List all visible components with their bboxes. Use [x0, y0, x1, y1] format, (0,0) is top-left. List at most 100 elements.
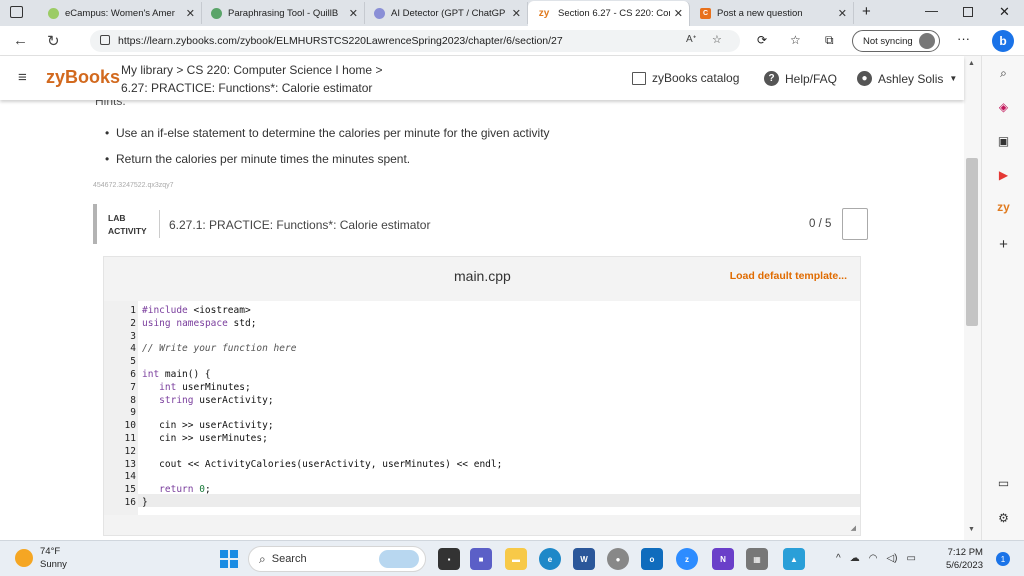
zybooks-catalog-link[interactable]: zyBooks catalog — [632, 71, 739, 85]
favorites-icon[interactable]: ☆ — [790, 33, 801, 47]
line-number: 9 — [130, 407, 136, 419]
close-window-icon[interactable]: ✕ — [999, 4, 1010, 20]
photos-icon[interactable]: ▲ — [783, 548, 805, 570]
shopping-icon[interactable]: ◈ — [982, 100, 1024, 114]
current-line-highlight — [138, 494, 860, 507]
help-faq-link[interactable]: ? Help/FAQ — [764, 71, 837, 86]
line-number: 12 — [124, 445, 136, 457]
breadcrumb[interactable]: My library > CS 220: Computer Science I … — [121, 63, 382, 77]
extensions-icon[interactable]: ⟳ — [757, 33, 767, 47]
battery-icon[interactable]: ▭ — [906, 553, 915, 564]
tab-ecampus[interactable]: eCampus: Women's Amer ✕ — [40, 2, 202, 24]
code-line: using namespace std; — [142, 317, 257, 329]
line-number: 1 — [130, 305, 136, 316]
browser-tab-strip: eCampus: Women's Amer ✕ Paraphrasing Too… — [0, 0, 1024, 26]
lab-activity-tag: LAB ACTIVITY — [108, 212, 147, 238]
calculator-icon[interactable]: ▦ — [746, 548, 768, 570]
tab-ai-detector[interactable]: AI Detector (GPT / ChatGP ✕ — [366, 2, 528, 24]
search-icon[interactable]: ⌕ — [982, 66, 1024, 81]
new-tab-icon[interactable]: + — [862, 3, 871, 20]
resize-handle-icon[interactable]: ◢ — [851, 524, 856, 532]
edge-browser-icon[interactable]: e — [539, 548, 561, 570]
code-line: #include <iostream> — [142, 305, 251, 316]
sync-label: Not syncing — [863, 35, 913, 47]
close-icon[interactable]: ✕ — [674, 7, 683, 20]
clock-time: 7:12 PM — [947, 547, 983, 558]
outlook-icon[interactable]: o — [641, 548, 663, 570]
load-default-template-button[interactable]: Load default template... — [730, 270, 847, 282]
close-icon[interactable]: ✕ — [838, 7, 847, 20]
user-menu[interactable]: ● Ashley Solis ▼ — [857, 71, 957, 86]
scroll-up-icon[interactable]: ▲ — [968, 60, 975, 67]
teams-icon[interactable]: ■ — [470, 548, 492, 570]
clock[interactable]: 7:12 PM 5/6/2023 — [946, 546, 983, 572]
notification-badge[interactable]: 1 — [996, 552, 1010, 566]
sync-button[interactable]: Not syncing — [852, 30, 940, 52]
start-button[interactable] — [220, 550, 238, 568]
restore-icon[interactable] — [963, 7, 973, 17]
volume-icon[interactable]: ◁) — [886, 553, 897, 564]
task-view-icon[interactable]: ▪ — [438, 548, 460, 570]
add-sidebar-icon[interactable]: + — [982, 236, 1024, 253]
tab-zybooks-section[interactable]: zy Section 6.27 - CS 220: Com ✕ — [528, 1, 690, 26]
zoom-icon[interactable]: z — [676, 548, 698, 570]
code-line: cin >> userActivity; — [142, 420, 274, 432]
office-icon[interactable]: ▣ — [982, 134, 1024, 148]
scrollbar-thumb[interactable] — [966, 158, 978, 326]
code-line: return 0; — [159, 484, 211, 496]
line-number: 15 — [124, 484, 136, 496]
taskbar-search[interactable]: ⌕ Search — [248, 546, 426, 572]
chevron-up-icon[interactable]: ^ — [836, 553, 841, 564]
refresh-icon[interactable]: ↻ — [47, 32, 60, 50]
catalog-label: zyBooks catalog — [652, 71, 740, 85]
close-icon[interactable]: ✕ — [186, 7, 195, 20]
onedrive-cloud-icon[interactable]: ☁ — [850, 553, 860, 564]
tab-chegg-question[interactable]: C Post a new question ✕ — [692, 2, 854, 24]
visual-studio-icon[interactable]: N — [712, 548, 734, 570]
back-icon[interactable]: ← — [13, 32, 28, 49]
settings-gear-icon[interactable]: ⚙ — [982, 511, 1024, 525]
tab-actions-icon[interactable] — [10, 6, 23, 18]
close-icon[interactable]: ✕ — [512, 7, 521, 20]
profile-avatar — [918, 33, 935, 49]
read-aloud-icon[interactable]: Aᐩ — [686, 34, 697, 45]
word-icon[interactable]: W — [573, 548, 595, 570]
line-number: 16 — [124, 497, 136, 508]
hamburger-menu-icon[interactable]: ≡ — [18, 69, 27, 86]
split-screen-icon[interactable]: ▭ — [982, 476, 1024, 490]
editor-filename: main.cpp — [454, 268, 511, 284]
help-icon: ? — [764, 71, 779, 86]
sun-icon[interactable] — [15, 549, 33, 567]
url-text: https://learn.zybooks.com/zybook/ELMHURS… — [118, 35, 563, 47]
zybooks-sidebar-icon[interactable]: zy — [982, 200, 1024, 214]
help-label: Help/FAQ — [785, 71, 838, 86]
url-field[interactable]: https://learn.zybooks.com/zybook/ELMHURS… — [90, 30, 740, 52]
hints-heading: Hints: — [95, 100, 126, 108]
youtube-icon[interactable]: ▶ — [982, 168, 1024, 182]
code-editor[interactable]: 1 2 3 4 5 6 7 8 9 10 11 12 13 14 15 16 #include <iostre… — [104, 301, 860, 515]
wifi-icon[interactable]: ◠ — [869, 553, 878, 564]
code-editor-panel: main.cpp Load default template... 123456… — [103, 256, 861, 536]
scroll-down-icon[interactable]: ▼ — [968, 526, 975, 533]
favorite-add-icon[interactable]: ☆ — [712, 33, 722, 46]
more-menu-icon[interactable]: ··· — [957, 31, 970, 46]
ai-detector-icon — [374, 7, 385, 19]
bing-icon[interactable]: b — [992, 30, 1014, 52]
file-explorer-icon[interactable]: ▬ — [505, 548, 527, 570]
close-icon[interactable]: ✕ — [349, 7, 358, 20]
tab-label: Paraphrasing Tool - QuillB — [228, 7, 339, 19]
code-line: string userActivity; — [159, 394, 274, 406]
edge-sidebar: ⌕ ◈ ▣ ▶ zy + ▭ ⚙ — [981, 56, 1024, 540]
line-number: 6 — [130, 369, 136, 380]
tab-label: Post a new question — [717, 7, 803, 19]
line-number: 14 — [124, 471, 136, 483]
zybooks-logo[interactable]: zyBooks — [46, 67, 120, 88]
weather-condition[interactable]: Sunny — [40, 559, 67, 570]
weather-temp[interactable]: 74°F — [40, 546, 60, 557]
tab-quillbot[interactable]: Paraphrasing Tool - QuillB ✕ — [203, 2, 365, 24]
tab-label: eCampus: Women's Amer — [65, 7, 175, 19]
collections-icon[interactable]: ⧉ — [825, 33, 834, 48]
minimize-icon[interactable]: — — [925, 3, 938, 18]
tab-label: AI Detector (GPT / ChatGP — [391, 7, 506, 19]
chrome-icon[interactable]: ● — [607, 548, 629, 570]
